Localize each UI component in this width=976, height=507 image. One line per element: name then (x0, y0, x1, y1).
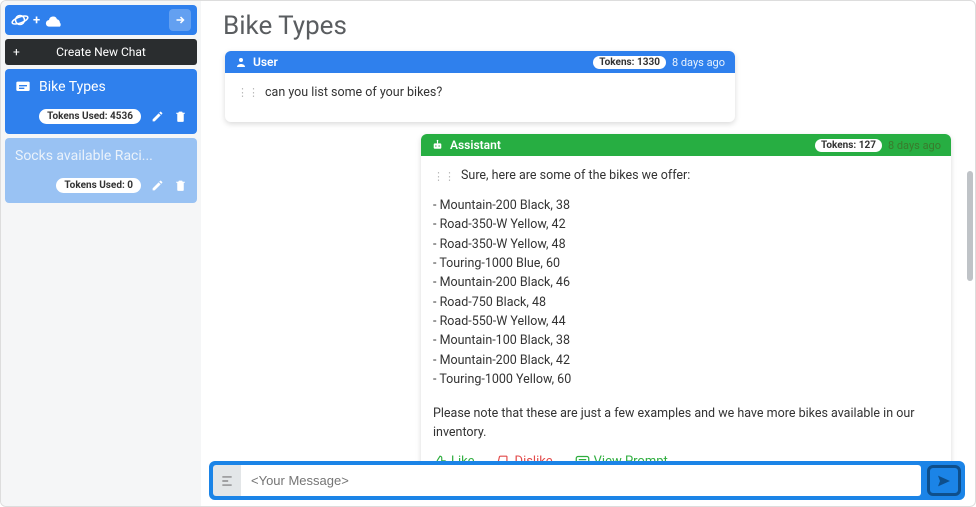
sidebar-header: + (5, 5, 197, 35)
user-message-text: can you list some of your bikes? (265, 83, 442, 102)
scrollbar-thumb[interactable] (967, 171, 973, 281)
assistant-message: Assistant Tokens: 127 8 days ago ⋮⋮ Sure… (421, 134, 951, 462)
assistant-intro-text: Sure, here are some of the bikes we offe… (461, 166, 690, 185)
cloud-icon (44, 12, 64, 28)
delete-chat-button[interactable] (174, 110, 187, 123)
edit-chat-button[interactable] (151, 110, 164, 123)
user-message-body: ⋮⋮ can you list some of your bikes? (225, 73, 735, 122)
list-item: Mountain-200 Black, 46 (433, 273, 939, 292)
app-root: + + Create New Chat Bike Types Tokens Us… (0, 0, 976, 507)
collapse-sidebar-button[interactable] (169, 9, 191, 31)
list-item: Road-350-W Yellow, 48 (433, 235, 939, 254)
edit-chat-button[interactable] (151, 179, 164, 192)
assistant-message-header: Assistant Tokens: 127 8 days ago (421, 134, 951, 156)
timestamp: 8 days ago (672, 56, 725, 69)
page-title: Bike Types (201, 1, 975, 47)
list-item: Touring-1000 Blue, 60 (433, 254, 939, 273)
composer-prefix-icon[interactable] (213, 465, 241, 496)
tokens-badge: Tokens: 1330 (593, 56, 666, 69)
plus-icon: + (13, 45, 20, 59)
user-icon (235, 56, 247, 68)
drag-handle-icon: ⋮⋮ (237, 84, 259, 101)
assistant-role-label: Assistant (450, 138, 501, 152)
send-button[interactable] (927, 465, 961, 496)
sidebar-chat-item-active[interactable]: Bike Types Tokens Used: 4536 (5, 69, 197, 134)
create-new-chat-label: Create New Chat (5, 45, 197, 59)
message-composer (209, 461, 965, 500)
planet-icon (11, 11, 29, 29)
sidebar: + + Create New Chat Bike Types Tokens Us… (1, 1, 201, 506)
tokens-used-badge: Tokens Used: 0 (56, 178, 141, 193)
chat-icon (15, 80, 31, 94)
assistant-footer-note: Please note that these are just a few ex… (433, 404, 939, 443)
user-message-header: User Tokens: 1330 8 days ago (225, 51, 735, 73)
chat-title: Socks available Raci... (15, 148, 153, 164)
user-role-label: User (253, 55, 278, 69)
drag-handle-icon: ⋮⋮ (433, 168, 455, 185)
create-new-chat-button[interactable]: + Create New Chat (5, 39, 197, 65)
list-item: Road-750 Black, 48 (433, 293, 939, 312)
chat-title: Bike Types (39, 79, 106, 95)
delete-chat-button[interactable] (174, 179, 187, 192)
bike-list: Mountain-200 Black, 38Road-350-W Yellow,… (433, 196, 939, 390)
list-item: Road-550-W Yellow, 44 (433, 312, 939, 331)
user-message: User Tokens: 1330 8 days ago ⋮⋮ can you … (225, 51, 735, 122)
list-item: Mountain-100 Black, 38 (433, 331, 939, 350)
list-item: Mountain-200 Black, 42 (433, 351, 939, 370)
main-panel: Bike Types User Tokens: 1330 8 days ago (201, 1, 975, 506)
message-input[interactable] (241, 465, 921, 496)
list-item: Road-350-W Yellow, 42 (433, 215, 939, 234)
tokens-used-badge: Tokens Used: 4536 (39, 109, 141, 124)
scrollbar-track[interactable] (965, 61, 973, 456)
list-item: Touring-1000 Yellow, 60 (433, 370, 939, 389)
tokens-badge: Tokens: 127 (815, 139, 882, 152)
timestamp: 8 days ago (888, 139, 941, 152)
robot-icon (431, 139, 444, 152)
list-item: Mountain-200 Black, 38 (433, 196, 939, 215)
message-thread: User Tokens: 1330 8 days ago ⋮⋮ can you … (201, 47, 975, 462)
assistant-message-body: ⋮⋮ Sure, here are some of the bikes we o… (421, 156, 951, 452)
brand-icons: + (11, 11, 64, 29)
sidebar-chat-item[interactable]: Socks available Raci... Tokens Used: 0 (5, 138, 197, 203)
